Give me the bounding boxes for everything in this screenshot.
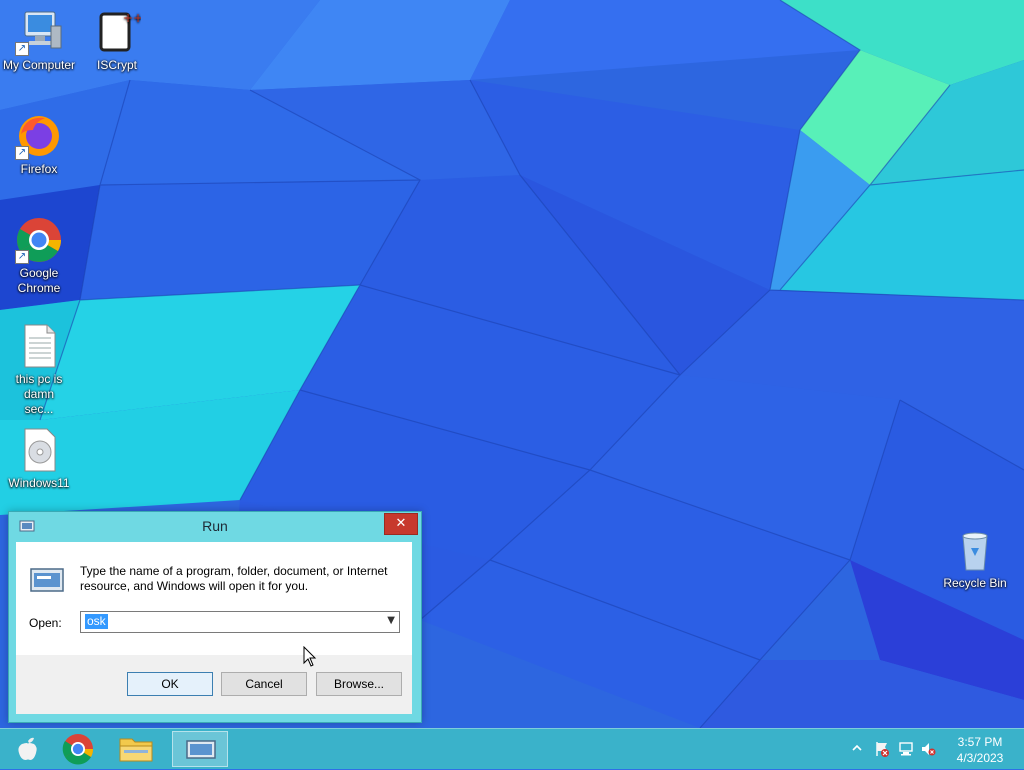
shortcut-arrow-icon: ↗ [15, 42, 29, 56]
desktop-icon-text-file[interactable]: this pc is damn sec... [0, 322, 78, 417]
taskbar-clock[interactable]: 3:57 PM 4/3/2023 [948, 734, 1012, 766]
run-app-icon [186, 740, 216, 759]
computer-icon: ↗ [15, 8, 63, 56]
ok-button[interactable]: OK [127, 672, 213, 696]
run-app-icon [29, 566, 65, 594]
close-button[interactable]: ✕ [384, 513, 418, 535]
open-combobox[interactable]: osk ▼ [80, 611, 400, 633]
run-dialog[interactable]: Run ✕ Type the name of a program, folder… [8, 511, 422, 723]
desktop-icon-label: this pc is damn sec... [15, 372, 63, 416]
action-center-flag-icon[interactable] [874, 741, 890, 757]
taskbar: 3:57 PM 4/3/2023 [0, 728, 1024, 769]
desktop-icon-iscrypt[interactable]: ++ ISCrypt [78, 8, 156, 73]
system-tray [848, 729, 938, 769]
recycle-bin-icon [951, 526, 999, 574]
desktop-icon-label: Recycle Bin [943, 576, 1007, 590]
run-dialog-footer: OK Cancel Browse... [16, 655, 412, 714]
run-description: Type the name of a program, folder, docu… [80, 564, 388, 593]
taskbar-file-explorer-button[interactable] [108, 731, 164, 767]
run-dialog-title: Run [202, 518, 228, 534]
desktop-icon-windows11[interactable]: Windows11 [0, 426, 78, 491]
desktop-icon-google-chrome[interactable]: ↗ Google Chrome [0, 216, 78, 296]
clock-time: 3:57 PM [957, 735, 1003, 749]
desktop-icon-recycle-bin[interactable]: Recycle Bin [936, 526, 1014, 591]
desktop-icon-my-computer[interactable]: ↗ My Computer [0, 8, 78, 73]
desktop-icon-label: My Computer [2, 58, 76, 72]
desktop-icon-label: Windows11 [8, 476, 70, 490]
chrome-icon: ↗ [15, 216, 63, 264]
volume-muted-icon[interactable] [920, 741, 936, 757]
firefox-icon: ↗ [15, 112, 63, 160]
network-icon[interactable] [898, 741, 914, 757]
desktop-icon-firefox[interactable]: ↗ Firefox [0, 112, 78, 177]
taskbar-chrome-button[interactable] [50, 731, 106, 767]
file-explorer-icon [119, 738, 153, 762]
shortcut-arrow-icon: ↗ [15, 146, 29, 160]
browse-button[interactable]: Browse... [316, 672, 402, 696]
clock-date: 4/3/2023 [956, 751, 1004, 765]
mouse-cursor-icon [303, 646, 317, 667]
cancel-button[interactable]: Cancel [221, 672, 307, 696]
shortcut-arrow-icon: ↗ [15, 250, 29, 264]
open-input-value[interactable]: osk [85, 614, 108, 629]
disc-image-icon [15, 426, 63, 474]
chevron-down-icon[interactable]: ▼ [387, 615, 395, 626]
desktop-icon-label: Firefox [20, 162, 58, 176]
text-file-icon [15, 322, 63, 370]
start-button[interactable] [0, 731, 56, 767]
run-dialog-body: Type the name of a program, folder, docu… [16, 542, 412, 655]
run-titlebar[interactable]: Run ✕ [9, 512, 421, 542]
taskbar-run-button[interactable] [172, 731, 228, 767]
show-hidden-icons-chevron-icon[interactable] [852, 743, 862, 753]
svg-text:++: ++ [123, 11, 141, 25]
open-label: Open: [29, 616, 62, 630]
apple-start-icon [18, 737, 37, 760]
chrome-icon [62, 734, 94, 765]
desktop-icon-label: Google Chrome [17, 266, 61, 295]
iscrypt-icon: ++ [93, 8, 141, 56]
desktop-icon-label: ISCrypt [96, 58, 137, 72]
